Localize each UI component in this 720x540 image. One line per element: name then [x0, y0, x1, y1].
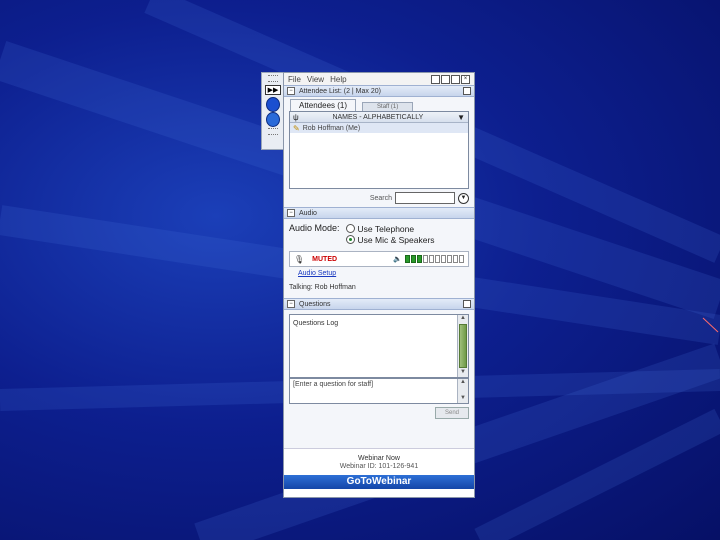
popout-icon[interactable]: [451, 74, 460, 84]
screen-share-icon[interactable]: [266, 96, 280, 112]
audio-mode-label: Audio Mode:: [289, 223, 340, 233]
chevron-down-icon[interactable]: ▼: [457, 113, 465, 122]
play-forward-icon[interactable]: ▶▶: [265, 85, 281, 95]
audio-section-title: Audio: [299, 209, 317, 217]
mic-bar: 🎙 MUTED 🔈: [289, 251, 469, 267]
side-toolbar: ▶▶: [261, 72, 285, 150]
gotowebinar-logo: GoToWebinar: [284, 475, 474, 489]
pencil-icon: ✎: [293, 123, 300, 133]
talking-status: Talking: Rob Hoffman: [289, 284, 356, 291]
webinar-id: Webinar ID: 101-126-941: [339, 463, 419, 470]
footer: Webinar Now Webinar ID: 101-126-941 GoTo…: [284, 448, 474, 497]
attendee-tabs: Attendees (1) Staff (1): [284, 97, 474, 111]
scroll-up-icon[interactable]: ▲: [458, 379, 468, 387]
close-icon[interactable]: ×: [461, 74, 470, 84]
search-label: Search: [369, 194, 392, 202]
attendee-section-header: − Attendee List: (2 | Max 20): [284, 85, 474, 97]
control-panel: File View Help × − Attendee List: (2 | M…: [283, 72, 475, 498]
attendee-section-title: Attendee List: (2 | Max 20): [299, 87, 381, 95]
popout-icon[interactable]: [463, 87, 471, 95]
list-item[interactable]: ✎ Rob Hoffman (Me): [290, 123, 468, 133]
send-button[interactable]: Send: [435, 407, 469, 419]
radio-selected-icon: [345, 235, 355, 244]
drag-grip[interactable]: [268, 75, 278, 82]
popout-icon[interactable]: [463, 300, 471, 308]
webinar-title: Webinar Now: [358, 455, 400, 462]
questions-log-label: Questions Log: [293, 320, 339, 327]
mic-status: MUTED: [312, 255, 338, 263]
radio-icon: [345, 224, 355, 233]
collapse-icon[interactable]: −: [287, 209, 295, 217]
radio-mic-speakers[interactable]: Use Mic & Speakers: [345, 234, 435, 245]
option-mic-label: Use Mic & Speakers: [357, 234, 435, 245]
questions-scrollbar[interactable]: ▲ ▼: [457, 315, 468, 377]
questions-log: Questions Log ▲ ▼: [289, 314, 469, 378]
collapse-icon[interactable]: −: [287, 87, 295, 95]
search-row: Search ▼: [284, 189, 474, 207]
tab-staff[interactable]: Staff (1): [362, 102, 414, 111]
menu-file[interactable]: File: [288, 75, 301, 84]
questions-section-title: Questions: [299, 300, 331, 308]
audio-section-header: − Audio: [284, 207, 474, 219]
questions-section-header: − Questions: [284, 298, 474, 310]
question-input-scrollbar[interactable]: ▲ ▼: [457, 379, 468, 403]
restore-icon[interactable]: [441, 74, 450, 84]
microphone-icon[interactable]: 🎙: [294, 255, 304, 264]
radio-telephone[interactable]: Use Telephone: [345, 223, 435, 234]
menu-help[interactable]: Help: [330, 75, 346, 84]
audio-mode: Audio Mode: Use Telephone Use Mic & Spea…: [284, 219, 474, 245]
question-input[interactable]: [Enter a question for staff] ▲ ▼: [289, 378, 469, 404]
menu-view[interactable]: View: [307, 75, 324, 84]
scroll-thumb[interactable]: [459, 324, 467, 368]
menu-bar: File View Help ×: [284, 73, 474, 85]
search-go-icon[interactable]: ▼: [458, 192, 469, 204]
attendee-name: Rob Hoffman (Me): [302, 124, 361, 132]
search-input[interactable]: [395, 192, 455, 204]
settings-icon[interactable]: [266, 111, 280, 127]
scroll-up-icon[interactable]: ▲: [458, 315, 468, 323]
speaker-level-meter: [405, 255, 464, 263]
question-placeholder: [Enter a question for staff]: [293, 381, 374, 388]
minimize-icon[interactable]: [431, 74, 440, 84]
speaker-icon[interactable]: 🔈: [393, 255, 402, 263]
audio-setup-link[interactable]: Audio Setup: [298, 270, 474, 277]
scroll-down-icon[interactable]: ▼: [458, 369, 468, 377]
sort-label: NAMES - ALPHABETICALLY: [332, 113, 424, 121]
send-row: Send: [284, 404, 474, 422]
drag-grip-bottom[interactable]: [268, 128, 278, 135]
attendee-list: ψ NAMES - ALPHABETICALLY ▼ ✎ Rob Hoffman…: [289, 111, 469, 189]
scroll-down-icon[interactable]: ▼: [458, 395, 468, 403]
option-telephone-label: Use Telephone: [357, 223, 415, 234]
collapse-icon[interactable]: −: [287, 300, 295, 308]
sort-header[interactable]: ψ NAMES - ALPHABETICALLY ▼: [290, 112, 468, 123]
tab-attendees[interactable]: Attendees (1): [290, 99, 357, 111]
